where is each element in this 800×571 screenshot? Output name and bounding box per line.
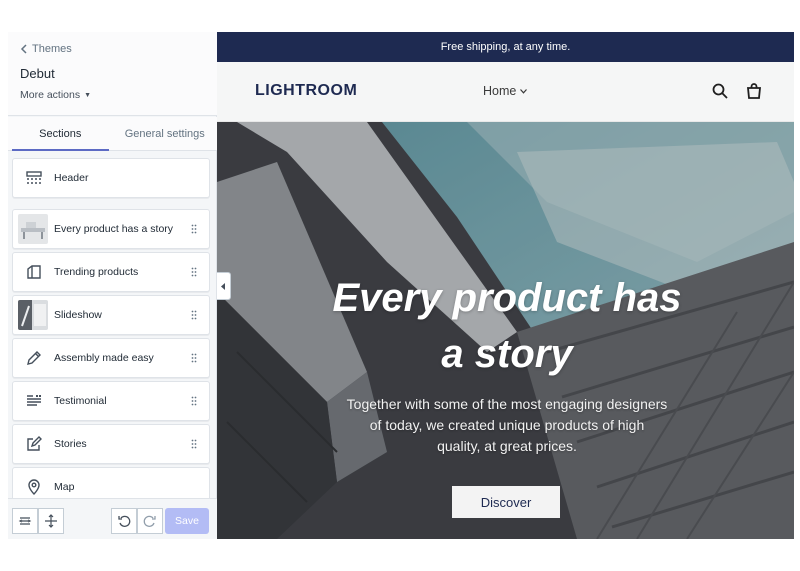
nav-home-link[interactable]: Home [483,84,528,98]
section-thumbnail-slideshow [18,300,48,330]
more-actions-label: More actions [20,89,81,101]
section-item-label: Assembly made easy [54,352,154,364]
inspector-toggle-button[interactable] [38,508,64,534]
section-item-label: Trending products [54,266,139,278]
drag-handle-icon[interactable] [189,224,199,234]
section-item-testimonial[interactable]: Testimonial [12,381,210,421]
caret-down-icon: ▼ [84,91,92,99]
store-logo[interactable]: LIGHTROOM [255,82,357,100]
sidebar-footer: Save [8,498,217,539]
cart-icon[interactable] [745,82,763,100]
storefront-preview: Free shipping, at any time. LIGHTROOM Ho… [217,32,794,539]
section-item-header[interactable]: Header [12,158,210,198]
editor-sidebar: Themes Debut More actions ▼ Sections Gen… [8,32,217,539]
section-item-assembly[interactable]: Assembly made easy [12,338,210,378]
header-layout-icon [23,167,45,189]
theme-name: Debut [20,66,55,81]
undo-icon [118,515,131,527]
announcement-bar[interactable]: Free shipping, at any time. [217,32,794,62]
section-item-label: Map [54,481,75,493]
section-item-slideshow[interactable]: Slideshow [12,295,210,335]
product-collection-icon [23,261,45,283]
text-lines-icon [23,390,45,412]
collapse-sidebar-button[interactable] [217,272,231,300]
section-item-label: Every product has a story [54,223,174,235]
tab-sections[interactable]: Sections [8,117,113,151]
hero-subheading: Together with some of the most engaging … [346,396,668,454]
back-to-themes-link[interactable]: Themes [20,43,72,55]
sidebar-header: Themes Debut More actions ▼ [8,32,217,116]
hero-slideshow: Every product has a story Together with … [217,122,794,539]
tab-sections-label: Sections [39,127,82,140]
sidebar-tabs: Sections General settings [8,117,217,151]
section-item-label: Testimonial [54,395,107,407]
search-icon[interactable] [711,82,729,100]
redo-button[interactable] [137,508,163,534]
nav-home-label: Home [483,84,517,98]
map-pin-icon [23,476,45,498]
chevron-left-icon [20,44,27,54]
redo-icon [143,515,156,527]
undo-button[interactable] [111,508,137,534]
section-item-stories[interactable]: Stories [12,424,210,464]
tab-general-settings-label: General settings [124,127,205,140]
store-header: LIGHTROOM Home [217,62,794,122]
theme-editor: Themes Debut More actions ▼ Sections Gen… [8,32,794,539]
section-item-image-with-text[interactable]: Every product has a story [12,209,210,249]
section-item-label: Slideshow [54,309,102,321]
edit-note-icon [23,433,45,455]
section-item-label: Stories [54,438,87,450]
viewport-toggle-button[interactable] [12,508,38,534]
drag-handle-icon[interactable] [189,396,199,406]
hero-heading: Every product has a story [332,276,682,376]
discover-button[interactable]: Discover [452,486,560,518]
tab-general-settings[interactable]: General settings [113,117,218,150]
caret-left-icon [221,282,225,290]
chevron-down-icon [520,88,528,94]
drag-handle-icon[interactable] [189,439,199,449]
back-link-label: Themes [32,43,72,55]
section-item-trending-products[interactable]: Trending products [12,252,210,292]
pencil-icon [23,347,45,369]
section-thumbnail-image [18,214,48,244]
drag-handle-icon[interactable] [189,267,199,277]
save-button[interactable]: Save [165,508,209,534]
drag-handle-icon[interactable] [189,310,199,320]
more-actions-button[interactable]: More actions ▼ [20,89,91,101]
section-item-label: Header [54,172,89,184]
horizontal-resize-icon [18,517,32,525]
drag-handle-icon[interactable] [189,353,199,363]
move-arrows-icon [45,514,57,528]
